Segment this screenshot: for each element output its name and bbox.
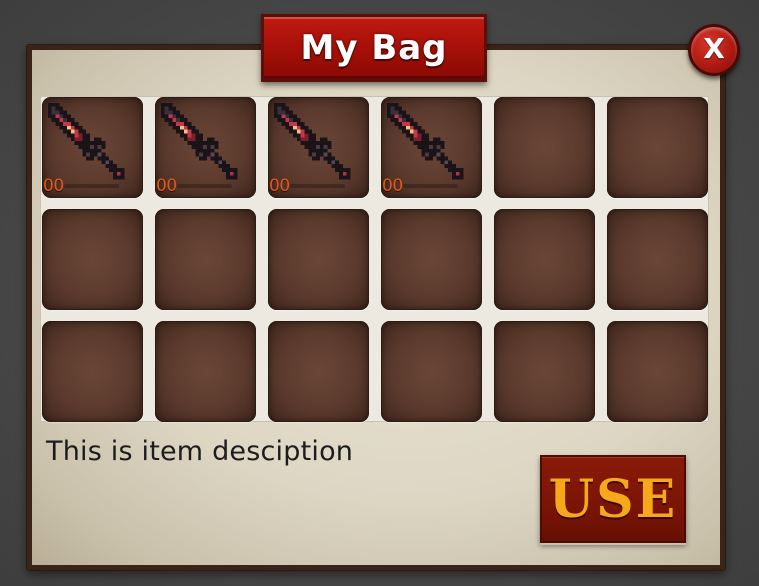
item-description: This is item desciption: [46, 436, 354, 467]
inventory-slot[interactable]: [607, 209, 708, 310]
inventory-slot[interactable]: [494, 321, 595, 422]
inventory-slot[interactable]: [268, 321, 369, 422]
bag-title: My Bag: [300, 28, 448, 68]
use-button[interactable]: USE: [540, 455, 686, 543]
inventory-slot[interactable]: 00: [381, 97, 482, 198]
inventory-slot[interactable]: [494, 209, 595, 310]
slot-shadow: [403, 184, 458, 188]
inventory-slot[interactable]: [381, 209, 482, 310]
inventory-slot[interactable]: [268, 209, 369, 310]
inventory-slot[interactable]: [381, 321, 482, 422]
inventory-slot[interactable]: [155, 321, 256, 422]
inventory-slot[interactable]: [607, 321, 708, 422]
inventory-slot[interactable]: 00: [42, 97, 143, 198]
inventory-grid: 00 00 00 00: [40, 96, 709, 422]
slot-shadow: [64, 184, 119, 188]
inventory-slot[interactable]: [42, 209, 143, 310]
slot-shadow: [290, 184, 345, 188]
title-banner: My Bag: [261, 14, 487, 82]
inventory-slot[interactable]: 00: [155, 97, 256, 198]
inventory-slot[interactable]: [155, 209, 256, 310]
inventory-slot[interactable]: 00: [268, 97, 369, 198]
close-icon: X: [703, 32, 725, 65]
use-button-label: USE: [548, 468, 678, 530]
inventory-slot[interactable]: [607, 97, 708, 198]
inventory-slot[interactable]: [494, 97, 595, 198]
slot-shadow: [177, 184, 232, 188]
game-stage: My Bag X 00 00 00 00 This is item descip…: [0, 0, 759, 586]
inventory-slot[interactable]: [42, 321, 143, 422]
item-count: 00: [382, 176, 403, 196]
close-button[interactable]: X: [688, 24, 740, 76]
item-count: 00: [269, 176, 290, 196]
item-count: 00: [43, 176, 64, 196]
item-count: 00: [156, 176, 177, 196]
